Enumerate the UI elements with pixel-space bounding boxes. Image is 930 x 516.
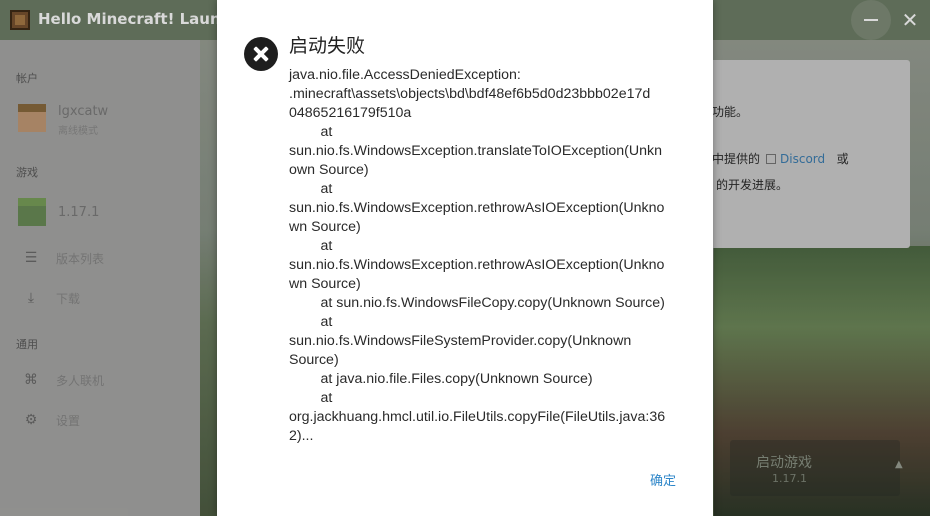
error-line: at java.nio.file.Files.copy(Unknown Sour… [289,371,593,387]
error-line: wn Source) [289,276,361,292]
error-message: java.nio.file.AccessDeniedException: .mi… [289,66,689,446]
error-line: at [289,124,333,140]
error-line: 2)... [289,428,314,444]
error-line: sun.nio.fs.WindowsException.rethrowAsIOE… [289,200,665,216]
error-dialog: 启动失败 java.nio.file.AccessDeniedException… [217,0,713,516]
error-line: wn Source) [289,219,361,235]
error-line: at [289,314,333,330]
error-line: at [289,390,333,406]
error-line: sun.nio.fs.WindowsException.translateToI… [289,143,662,159]
error-line: sun.nio.fs.WindowsException.rethrowAsIOE… [289,257,665,273]
error-line: .minecraft\assets\objects\bd\bdf48ef6b5d… [289,86,651,102]
error-line: sun.nio.fs.WindowsFileSystemProvider.cop… [289,333,632,349]
error-line: org.jackhuang.hmcl.util.io.FileUtils.cop… [289,409,666,425]
dialog-title: 启动失败 [289,35,366,57]
error-line: Source) [289,352,339,368]
error-line: at sun.nio.fs.WindowsFileCopy.copy(Unkno… [289,295,665,311]
error-icon [244,37,278,71]
error-line: at [289,181,333,197]
error-line: at [289,238,333,254]
error-line: own Source) [289,162,369,178]
error-line: 04865216179f510a [289,105,412,121]
error-line: java.nio.file.AccessDeniedException: [289,67,521,83]
ok-button[interactable]: 确定 [643,471,683,493]
